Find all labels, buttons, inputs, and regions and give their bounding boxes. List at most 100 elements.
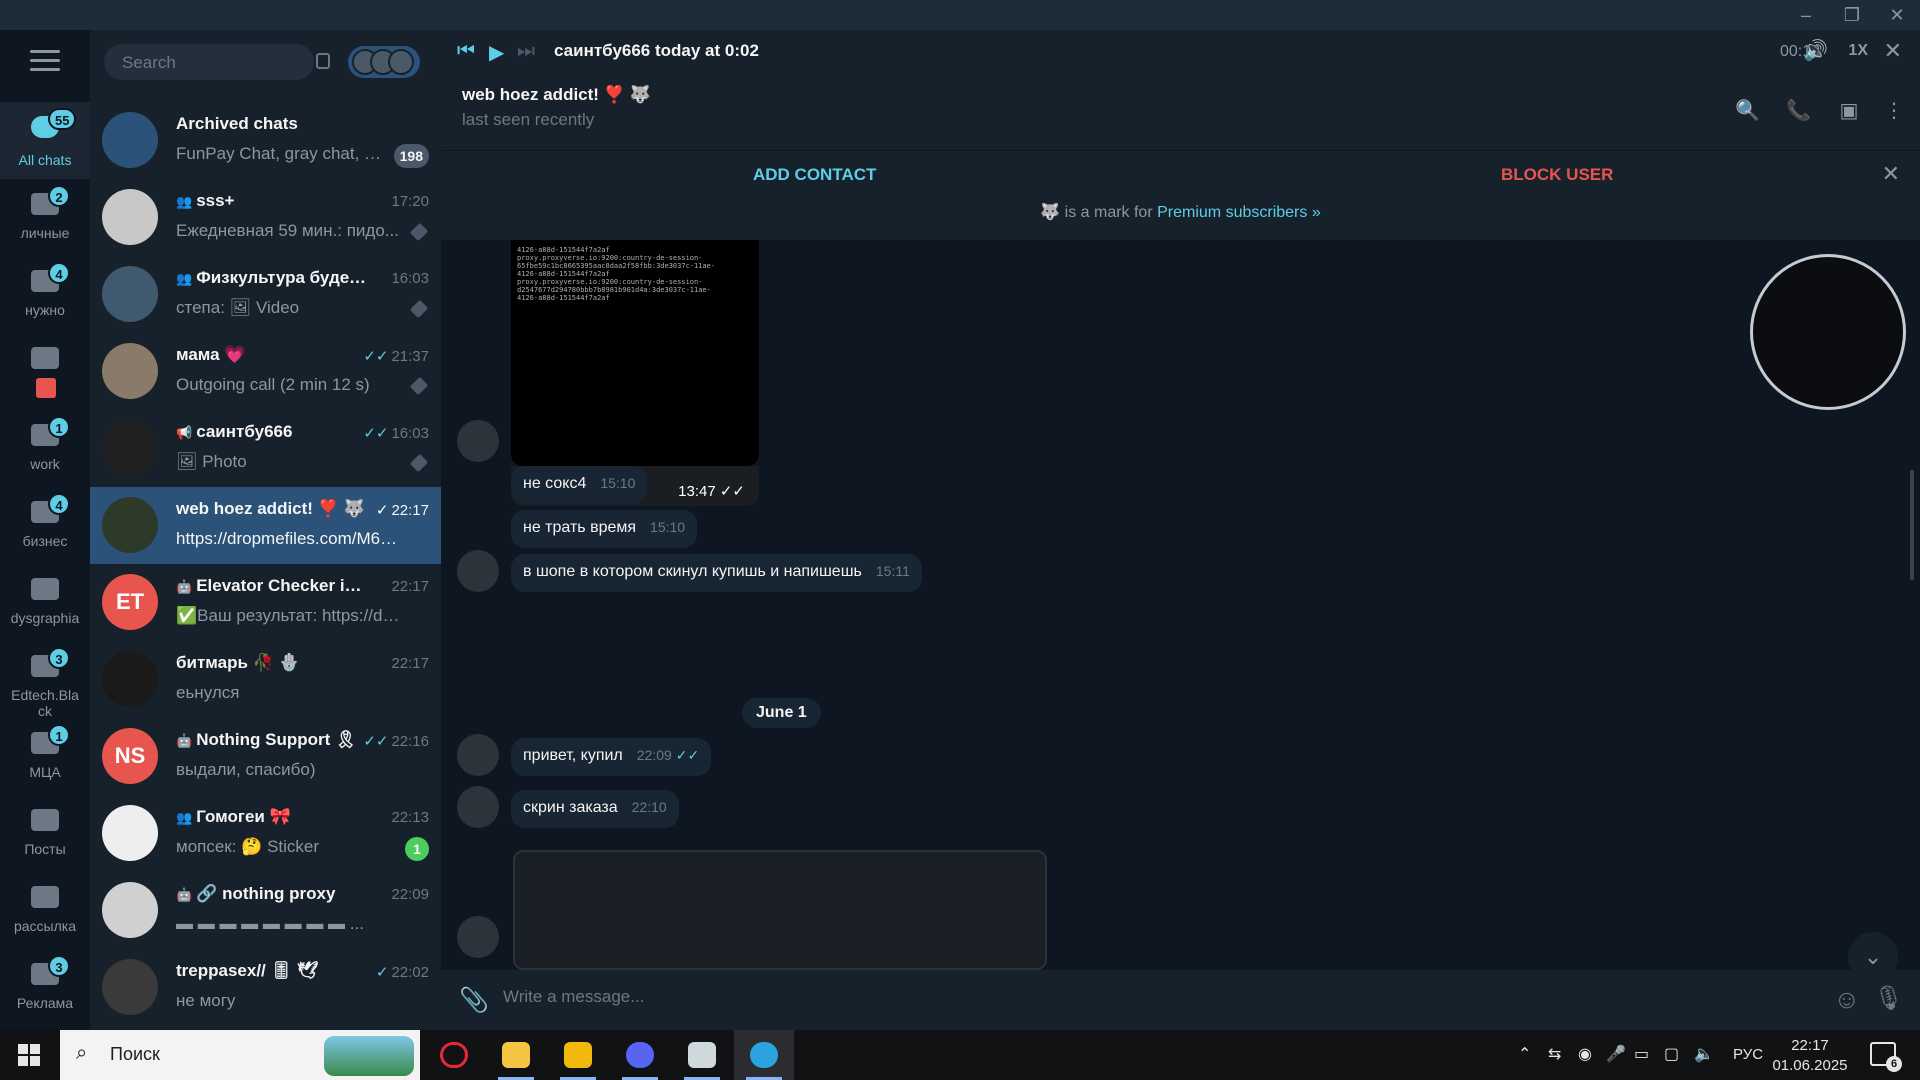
folder-all-chats[interactable]: 55 All chats — [0, 102, 90, 179]
folder-needed[interactable]: 4 нужно — [0, 256, 90, 333]
chat-item-selected[interactable]: web hoez addict! ❣️ 🐺 ✓ 22:17 https://dro… — [90, 487, 441, 564]
binance-app[interactable] — [548, 1030, 608, 1080]
lock-icon[interactable] — [316, 53, 330, 69]
peer-name[interactable]: web hoez addict! ❣️ 🐺 — [462, 85, 651, 105]
folder-work[interactable]: 1 work — [0, 410, 90, 487]
chat-preview: ✅Ваш результат: https://drop... — [176, 606, 401, 625]
message-input[interactable]: Write a message... — [503, 987, 644, 1007]
chat-time: 22:13 — [391, 809, 429, 826]
video-message-circle[interactable] — [1750, 254, 1906, 410]
more-icon[interactable]: ⋮ — [1882, 98, 1906, 122]
speaker-icon[interactable]: 🔈 — [1694, 1044, 1714, 1064]
folder-business[interactable]: 4 бизнес — [0, 487, 90, 564]
chat-item[interactable]: 👥 sss+ 17:20 Ежедневная 59 мин.: пидо... — [90, 179, 441, 256]
chat-item[interactable]: 👥 Гомогеи 🎀 22:13 мопсек: 🤔 Sticker 1 — [90, 795, 441, 872]
read-check-icon: ✓✓ — [363, 425, 389, 442]
tray-chevron-icon[interactable]: ⌃ — [1518, 1044, 1531, 1064]
message-time: 13:47 ✓✓ — [678, 482, 745, 500]
windows-start-icon[interactable] — [18, 1044, 40, 1066]
folder-badge: 2 — [48, 185, 70, 207]
block-user-button[interactable]: BLOCK USER — [1501, 165, 1613, 185]
folder-badge: 1 — [48, 724, 70, 746]
sender-avatar[interactable] — [457, 916, 499, 958]
folder-personal[interactable]: 2 личные — [0, 179, 90, 256]
folder-icon — [31, 809, 59, 831]
file-explorer-app[interactable] — [486, 1030, 546, 1080]
previous-track-icon[interactable]: ⏮ — [457, 40, 475, 63]
close-player-icon[interactable]: ✕ — [1884, 38, 1902, 64]
chat-item-archived[interactable]: Archived chats FunPay Chat, gray chat, B… — [90, 102, 441, 179]
search-input[interactable]: Search — [104, 44, 314, 80]
channel-icon: 📢 — [176, 425, 193, 440]
chat-preview: мопсек: 🤔 Sticker — [176, 837, 320, 856]
chat-item[interactable]: мама 💗 ✓✓ 21:37 Outgoing call (2 min 12 s… — [90, 333, 441, 410]
chat-item[interactable]: 🤖 🔗 nothing proxy 22:09 ▬ ▬ ▬ ▬ ▬ ▬ ▬ ▬ .… — [90, 872, 441, 949]
folder-mca[interactable]: 1 МЦА — [0, 718, 90, 795]
chat-item[interactable]: treppasex// 🎚 🕊 ✓ 22:02 не могу — [90, 949, 441, 1026]
message-bubble[interactable]: в шопе в котором скинул купишь и напишеш… — [511, 554, 922, 592]
taskbar-search[interactable]: ⌕ Поиск — [60, 1030, 420, 1080]
close-action-bar-icon[interactable]: ✕ — [1882, 161, 1900, 187]
folder-mailing[interactable]: рассылка — [0, 872, 90, 949]
network-icon[interactable]: ⇆ — [1548, 1044, 1561, 1064]
premium-link[interactable]: Premium subscribers » — [1157, 204, 1321, 221]
message-bubble[interactable]: скрин заказа 22:10 — [511, 790, 679, 828]
folder-label: личные — [20, 225, 70, 241]
display-icon[interactable]: ▢ — [1664, 1044, 1679, 1064]
next-track-icon[interactable]: ⏭ — [517, 40, 535, 63]
unread-badge: 198 — [393, 144, 429, 168]
battery-icon[interactable]: ▭ — [1634, 1044, 1649, 1064]
folder-gift[interactable] — [0, 333, 90, 410]
folder-label: Реклама — [16, 995, 74, 1011]
menu-icon[interactable] — [30, 50, 60, 72]
language-indicator[interactable]: РУС — [1733, 1046, 1763, 1063]
telegram-app[interactable] — [734, 1030, 794, 1080]
minimize-icon[interactable]: – — [1783, 0, 1829, 30]
opera-app[interactable] — [424, 1030, 484, 1080]
add-contact-button[interactable]: ADD CONTACT — [753, 165, 876, 185]
playback-speed[interactable]: 1X — [1848, 42, 1868, 60]
folder-dysgraphia[interactable]: dysgraphia — [0, 564, 90, 641]
message-bubble[interactable]: не сокс4 15:10 — [511, 466, 648, 504]
chat-item[interactable]: 👥 Физкультура будет ... 16:03 степа: 🖼 Vi… — [90, 256, 441, 333]
sender-avatar[interactable] — [457, 786, 499, 828]
sender-avatar[interactable] — [457, 550, 499, 592]
message-bubble[interactable]: привет, купил 22:09 ✓✓ — [511, 738, 712, 776]
sender-avatar[interactable] — [457, 420, 499, 462]
screenshot-message[interactable]: 4126-a88d-151544f7a2af proxy.proxyverse.… — [511, 240, 759, 466]
screenshot-message[interactable] — [513, 850, 1047, 970]
chat-time: 16:03 — [391, 270, 429, 287]
emoji-icon[interactable]: ☺ — [1833, 984, 1860, 1015]
volume-icon[interactable]: 🔊 — [1803, 38, 1828, 63]
clock[interactable]: 22:17 01.06.2025 — [1770, 1036, 1850, 1076]
sidebar-toggle-icon[interactable]: ▣ — [1837, 98, 1861, 122]
sender-avatar[interactable] — [457, 734, 499, 776]
folder-posts[interactable]: Посты — [0, 795, 90, 872]
window-app[interactable] — [672, 1030, 732, 1080]
chat-item[interactable]: NS 🤖 Nothing Support 🎗 ✓✓ 22:16 выдали, сп… — [90, 718, 441, 795]
restore-icon[interactable]: ❐ — [1829, 0, 1875, 30]
archive-icon — [102, 112, 158, 168]
play-icon[interactable]: ▶ — [489, 40, 504, 65]
avatar — [102, 651, 158, 707]
close-window-icon[interactable]: ✕ — [1874, 0, 1920, 30]
microphone-icon[interactable]: 🎙 — [1874, 984, 1904, 1013]
premium-text: is a mark for — [1064, 204, 1153, 221]
message-bubble[interactable]: не трать время 15:10 — [511, 510, 698, 548]
chat-item[interactable]: 📢 саинтбу666 ✓✓ 16:03 🖼 Photo — [90, 410, 441, 487]
chat-time: 22:17 — [391, 578, 429, 595]
account-switcher[interactable] — [348, 46, 420, 78]
avatar — [102, 189, 158, 245]
chat-item[interactable]: ET 🤖 Elevator Checker in TG 22:17 ✅Ваш ре… — [90, 564, 441, 641]
camera-icon[interactable]: ◉ — [1578, 1044, 1592, 1064]
chat-item[interactable]: битмарь 🥀 🪬 22:17 еьнулся — [90, 641, 441, 718]
folder-ads[interactable]: 3 Реклама — [0, 949, 90, 1026]
phone-icon[interactable]: 📞 — [1786, 98, 1811, 122]
microphone-tray-icon[interactable]: 🎤 — [1606, 1044, 1626, 1064]
scroll-down-icon[interactable]: ⌄ — [1848, 932, 1898, 970]
discord-app[interactable] — [610, 1030, 670, 1080]
scrollbar[interactable] — [1910, 470, 1914, 580]
folder-edtech[interactable]: 3 Edtech.Black — [0, 641, 90, 719]
attach-icon[interactable]: 📎 — [459, 986, 489, 1015]
search-icon[interactable]: 🔍 — [1735, 98, 1760, 122]
